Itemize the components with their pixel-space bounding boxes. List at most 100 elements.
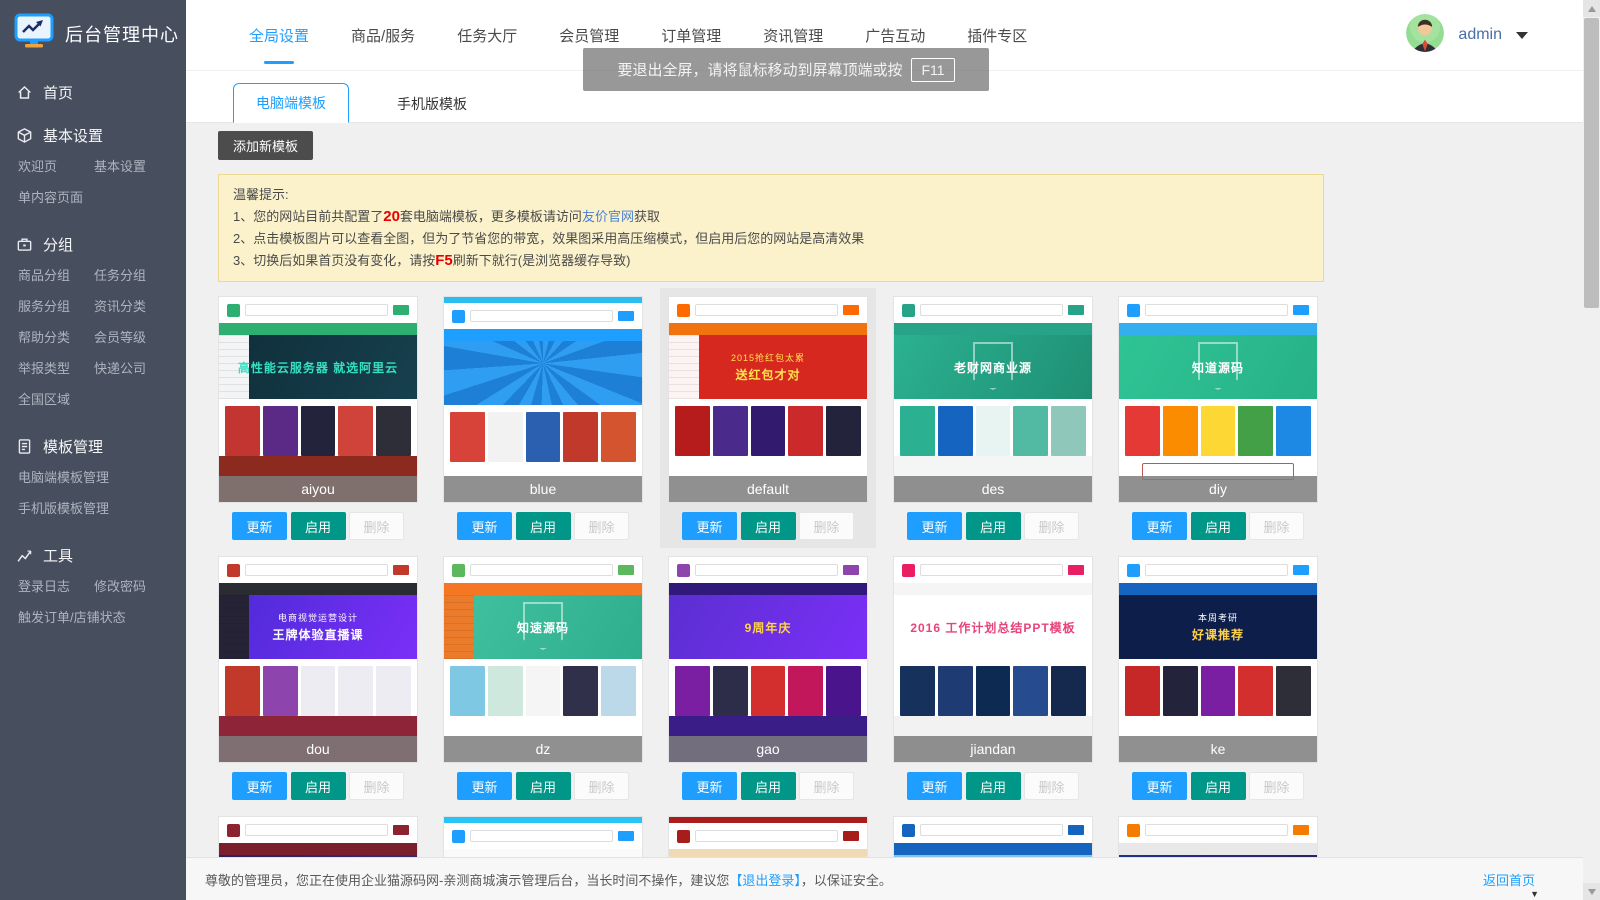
template-name: aiyou xyxy=(219,476,417,502)
update-button[interactable]: 更新 xyxy=(457,772,512,800)
sidebar-item[interactable]: 资讯分类 xyxy=(94,291,170,322)
update-button[interactable]: 更新 xyxy=(232,512,287,540)
sidebar-section-basic[interactable]: 基本设置 xyxy=(0,123,186,147)
sidebar-item[interactable]: 修改密码 xyxy=(94,571,170,602)
toast-text: 要退出全屏，请将鼠标移动到屏幕顶端或按 xyxy=(617,59,902,80)
top-nav-tab[interactable]: 订单管理 xyxy=(659,19,723,52)
scroll-up-arrow[interactable] xyxy=(1583,0,1600,17)
top-nav-tab[interactable]: 商品/服务 xyxy=(349,19,417,52)
sidebar-item[interactable]: 电脑端模板管理 xyxy=(18,462,170,493)
template-thumbnail[interactable]: 知道源码diy xyxy=(1118,296,1318,503)
page-scrollbar[interactable] xyxy=(1583,0,1600,900)
template-name: des xyxy=(894,476,1092,502)
update-button[interactable]: 更新 xyxy=(907,512,962,540)
sidebar-item[interactable]: 商品分组 xyxy=(18,260,94,291)
sidebar-item[interactable]: 举报类型 xyxy=(18,353,94,384)
logout-link[interactable]: 【退出登录】 xyxy=(729,873,801,888)
update-button[interactable]: 更新 xyxy=(1132,772,1187,800)
enable-button[interactable]: 启用 xyxy=(741,772,796,800)
template-thumbnail[interactable]: 24,477,170 xyxy=(893,816,1093,857)
top-nav-tab[interactable]: 广告互动 xyxy=(863,19,927,52)
sidebar-section-label: 分组 xyxy=(43,234,73,255)
sidebar-item[interactable]: 会员等级 xyxy=(94,322,170,353)
enable-button[interactable]: 启用 xyxy=(291,772,346,800)
delete-button[interactable]: 删除 xyxy=(799,772,854,800)
template-thumbnail[interactable] xyxy=(1118,816,1318,857)
template-name: blue xyxy=(444,476,642,502)
delete-button[interactable]: 删除 xyxy=(1249,772,1304,800)
sidebar-section-tools[interactable]: 工具 xyxy=(0,543,186,567)
user-menu[interactable]: admin xyxy=(1406,0,1528,70)
username: admin xyxy=(1458,26,1502,44)
update-button[interactable]: 更新 xyxy=(682,772,737,800)
delete-button[interactable]: 删除 xyxy=(1024,512,1079,540)
update-button[interactable]: 更新 xyxy=(1132,512,1187,540)
template-thumbnail[interactable]: 2015抢红包太累送红包才对default xyxy=(668,296,868,503)
template-grid: 高性能云服务器 就选阿里云aiyou更新启用删除blue更新启用删除2015抢红… xyxy=(218,296,1378,857)
update-button[interactable]: 更新 xyxy=(232,772,287,800)
top-nav-tab[interactable]: 会员管理 xyxy=(557,19,621,52)
template-thumbnail[interactable]: blue xyxy=(443,296,643,503)
enable-button[interactable]: 启用 xyxy=(291,512,346,540)
template-name: diy xyxy=(1119,476,1317,502)
sidebar-section-home[interactable]: 首页 xyxy=(0,80,186,104)
sidebar-item[interactable]: 全国区域 xyxy=(18,384,94,415)
sidebar-section-group[interactable]: 分组 xyxy=(0,232,186,256)
template-thumbnail[interactable]: 电商视觉运营设计王牌体验直播课dou xyxy=(218,556,418,763)
template-thumbnail[interactable]: 高性能云服务器 就选阿里云aiyou xyxy=(218,296,418,503)
sidebar-item[interactable]: 基本设置 xyxy=(94,151,170,182)
template-thumbnail[interactable]: 本周考研好课推荐ke xyxy=(1118,556,1318,763)
update-button[interactable]: 更新 xyxy=(907,772,962,800)
subtab-pc-templates[interactable]: 电脑端模板 xyxy=(233,83,349,123)
add-template-button[interactable]: 添加新模板 xyxy=(218,131,313,160)
sidebar-item[interactable]: 任务分组 xyxy=(94,260,170,291)
template-name: default xyxy=(669,476,867,502)
template-thumbnail[interactable] xyxy=(218,816,418,857)
sidebar-item[interactable]: 服务分组 xyxy=(18,291,94,322)
back-home-link[interactable]: 返回首页 xyxy=(1483,870,1535,889)
sidebar-item[interactable]: 快递公司 xyxy=(94,353,170,384)
sidebar-section-items: 登录日志修改密码触发订单/店铺状态 xyxy=(0,567,186,633)
notice-line-3: 3、切换后如果首页没有变化，请按F5刷新下就行(是浏览器缓存导致) xyxy=(233,250,1309,272)
enable-button[interactable]: 启用 xyxy=(741,512,796,540)
sidebar-section-label: 模板管理 xyxy=(43,436,103,457)
sidebar-item[interactable]: 帮助分类 xyxy=(18,322,94,353)
template-thumbnail[interactable]: 老财网商业源des xyxy=(893,296,1093,503)
enable-button[interactable]: 启用 xyxy=(966,512,1021,540)
enable-button[interactable]: 启用 xyxy=(1191,772,1246,800)
sidebar-item[interactable]: 触发订单/店铺状态 xyxy=(18,602,170,633)
delete-button[interactable]: 删除 xyxy=(799,512,854,540)
sidebar-section-template[interactable]: 模板管理 xyxy=(0,434,186,458)
notice-line-1: 1、您的网站目前共配置了20套电脑端模板，更多模板请访问友价官网获取 xyxy=(233,206,1309,228)
delete-button[interactable]: 删除 xyxy=(574,512,629,540)
delete-button[interactable]: 删除 xyxy=(349,772,404,800)
enable-button[interactable]: 启用 xyxy=(966,772,1021,800)
scroll-down-arrow[interactable] xyxy=(1583,883,1600,900)
template-thumbnail[interactable] xyxy=(668,816,868,857)
top-nav-tab[interactable]: 任务大厅 xyxy=(455,19,519,52)
enable-button[interactable]: 启用 xyxy=(1191,512,1246,540)
update-button[interactable]: 更新 xyxy=(682,512,737,540)
official-site-link[interactable]: 友价官网 xyxy=(582,209,634,224)
enable-button[interactable]: 启用 xyxy=(516,512,571,540)
delete-button[interactable]: 删除 xyxy=(349,512,404,540)
delete-button[interactable]: 删除 xyxy=(1024,772,1079,800)
top-nav-tab[interactable]: 插件专区 xyxy=(965,19,1029,52)
template-thumbnail[interactable] xyxy=(443,816,643,857)
template-thumbnail[interactable]: 2016 工作计划总结PPT模板jiandan xyxy=(893,556,1093,763)
update-button[interactable]: 更新 xyxy=(457,512,512,540)
top-nav-tab[interactable]: 全局设置 xyxy=(247,19,311,52)
sidebar-item[interactable]: 登录日志 xyxy=(18,571,94,602)
delete-button[interactable]: 删除 xyxy=(574,772,629,800)
delete-button[interactable]: 删除 xyxy=(1249,512,1304,540)
scrollbar-thumb[interactable] xyxy=(1584,18,1599,308)
sidebar-item[interactable]: 单内容页面 xyxy=(18,182,170,213)
template-thumbnail[interactable]: 9周年庆gao xyxy=(668,556,868,763)
top-nav-tab[interactable]: 资讯管理 xyxy=(761,19,825,52)
template-thumbnail[interactable]: 知速源码dz xyxy=(443,556,643,763)
sidebar-item[interactable]: 欢迎页 xyxy=(18,151,94,182)
subtab-mobile-templates[interactable]: 手机版模板 xyxy=(375,85,489,123)
sidebar-item[interactable]: 手机版模板管理 xyxy=(18,493,170,524)
template-card: 电商视觉运营设计王牌体验直播课dou 更新启用删除 xyxy=(218,556,418,800)
enable-button[interactable]: 启用 xyxy=(516,772,571,800)
